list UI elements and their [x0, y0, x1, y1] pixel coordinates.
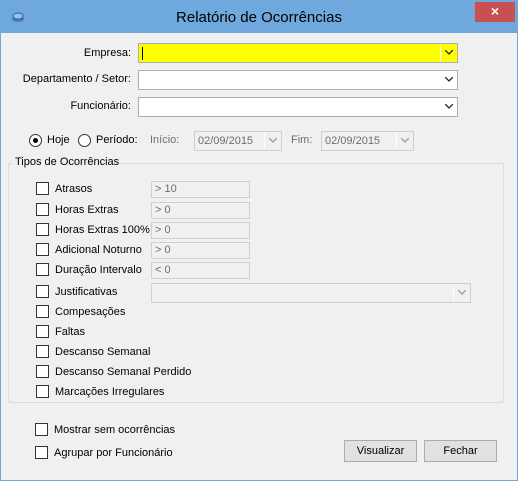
justificativas-select[interactable]	[151, 283, 471, 303]
empresa-select[interactable]	[138, 43, 458, 63]
descanso-semanal-label: Descanso Semanal	[55, 346, 151, 358]
report-window: Relatório de Ocorrências × Empresa: Depa…	[0, 0, 518, 481]
horas-extras-100-checkbox[interactable]	[36, 223, 49, 236]
chevron-down-icon[interactable]	[440, 99, 456, 115]
horas-extras-label: Horas Extras	[55, 204, 119, 216]
agrupar-por-funcionario-label: Agrupar por Funcionário	[54, 447, 173, 459]
tipos-ocorrencias-group: Tipos de Ocorrências Atrasos > 10 Horas …	[8, 156, 504, 403]
adicional-noturno-label: Adicional Noturno	[55, 244, 142, 256]
justificativas-checkbox[interactable]	[36, 285, 49, 298]
chevron-down-icon[interactable]	[396, 133, 412, 149]
departamento-select[interactable]	[138, 70, 458, 90]
hoje-label: Hoje	[47, 134, 70, 146]
departamento-label: Departamento / Setor:	[22, 73, 131, 85]
form-body: Empresa: Departamento / Setor: Funcionár…	[8, 33, 510, 475]
adicional-noturno-checkbox[interactable]	[36, 243, 49, 256]
marcacoes-irregulares-checkbox[interactable]	[36, 385, 49, 398]
duracao-intervalo-checkbox[interactable]	[36, 263, 49, 276]
compesacoes-label: Compesações	[55, 306, 126, 318]
horas-extras-100-label: Horas Extras 100%	[55, 224, 150, 236]
inicio-value: 02/09/2015	[198, 135, 254, 147]
title-bar: Relatório de Ocorrências ×	[1, 1, 517, 33]
close-icon: ×	[490, 3, 500, 19]
fechar-button[interactable]: Fechar	[424, 440, 497, 462]
inicio-date-picker[interactable]: 02/09/2015	[194, 131, 282, 151]
atrasos-field[interactable]: > 10	[151, 181, 250, 198]
fim-label: Fim:	[291, 134, 313, 146]
duracao-intervalo-label: Duração Intervalo	[55, 264, 142, 276]
hoje-radio[interactable]	[29, 134, 42, 147]
duracao-intervalo-field[interactable]: < 0	[151, 262, 250, 279]
mostrar-sem-ocorrencias-label: Mostrar sem ocorrências	[54, 424, 176, 436]
marcacoes-irregulares-label: Marcações Irregulares	[55, 386, 165, 398]
chevron-down-icon[interactable]	[264, 133, 280, 149]
window-title: Relatório de Ocorrências	[176, 9, 342, 26]
horas-extras-checkbox[interactable]	[36, 203, 49, 216]
inicio-label: Início:	[150, 134, 180, 146]
faltas-label: Faltas	[55, 326, 85, 338]
atrasos-label: Atrasos	[55, 183, 93, 195]
justificativas-label: Justificativas	[55, 286, 118, 298]
fim-date-picker[interactable]: 02/09/2015	[321, 131, 414, 151]
fim-value: 02/09/2015	[325, 135, 381, 147]
funcionario-select[interactable]	[138, 97, 458, 117]
adicional-noturno-field[interactable]: > 0	[151, 242, 250, 259]
horas-extras-field[interactable]: > 0	[151, 202, 250, 219]
close-button[interactable]: ×	[475, 2, 515, 22]
group-title: Tipos de Ocorrências	[13, 156, 122, 168]
faltas-checkbox[interactable]	[36, 325, 49, 338]
chevron-down-icon[interactable]	[440, 45, 456, 61]
agrupar-por-funcionario-checkbox[interactable]	[35, 446, 48, 459]
periodo-label: Período:	[96, 134, 138, 146]
descanso-semanal-perdido-label: Descanso Semanal Perdido	[55, 366, 192, 378]
periodo-radio[interactable]	[78, 134, 91, 147]
atrasos-checkbox[interactable]	[36, 182, 49, 195]
funcionario-label: Funcionário:	[70, 100, 131, 112]
chevron-down-icon[interactable]	[453, 285, 469, 301]
chevron-down-icon[interactable]	[440, 72, 456, 88]
visualizar-button[interactable]: Visualizar	[344, 440, 417, 462]
descanso-semanal-checkbox[interactable]	[36, 345, 49, 358]
mostrar-sem-ocorrencias-checkbox[interactable]	[35, 423, 48, 436]
horas-extras-100-field[interactable]: > 0	[151, 222, 250, 239]
descanso-semanal-perdido-checkbox[interactable]	[36, 365, 49, 378]
compesacoes-checkbox[interactable]	[36, 305, 49, 318]
empresa-label: Empresa:	[83, 47, 131, 59]
text-caret	[142, 47, 143, 60]
